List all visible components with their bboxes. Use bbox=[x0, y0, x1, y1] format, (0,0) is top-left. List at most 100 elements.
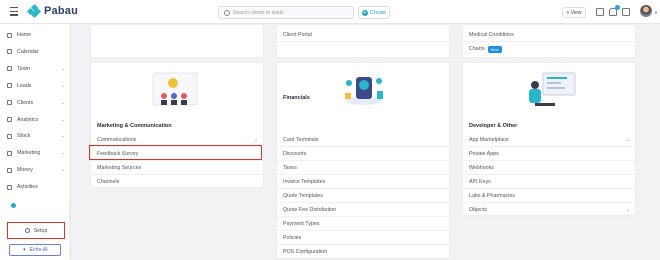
developer-illustration bbox=[529, 72, 576, 106]
chevron-down-icon: ⌄ bbox=[625, 206, 630, 213]
sidebar-item-label: Money bbox=[17, 167, 33, 174]
pabau-logo-icon bbox=[26, 3, 42, 19]
chevron-down-icon: ⌄ bbox=[61, 99, 65, 105]
list-item-quote-fee-distribution[interactable]: Quote Fee Distribution bbox=[277, 203, 449, 217]
sidebar-item-stock[interactable]: Stock ⌄ bbox=[7, 130, 67, 142]
stock-icon bbox=[7, 133, 12, 139]
setup-label: Setup bbox=[33, 227, 48, 234]
marketing-icon bbox=[7, 150, 12, 156]
brand-name: Pabau bbox=[44, 5, 79, 17]
activities-icon bbox=[7, 184, 12, 190]
leads-icon bbox=[7, 83, 12, 89]
marketing-illustration bbox=[152, 72, 198, 106]
sparkle-icon: ✦ bbox=[22, 247, 27, 253]
list-item-app-marketplace[interactable]: App Marketplace ⌄ bbox=[463, 133, 635, 147]
sidebar: Home Calendar Team ⌄ Leads ⌄ Clients ⌄ Analytics… bbox=[0, 24, 70, 260]
sidebar-item-label: Marketing bbox=[17, 150, 41, 157]
chevron-down-icon: ⌄ bbox=[61, 133, 65, 139]
sidebar-item-label: Team bbox=[17, 65, 30, 72]
list-item-marketing-sources[interactable]: Marketing Sources bbox=[91, 161, 263, 175]
chevron-down-icon: ⌄ bbox=[61, 167, 65, 173]
search-box[interactable] bbox=[218, 6, 354, 19]
sidebar-item-label: Stock bbox=[17, 133, 31, 140]
list-item-labs-pharmacies[interactable]: Labs & Pharmacies bbox=[463, 189, 635, 203]
logo[interactable]: Pabau bbox=[26, 3, 79, 19]
card-top-left bbox=[90, 24, 264, 58]
list-item-policies[interactable]: Policies bbox=[277, 231, 449, 245]
list-item[interactable]: Charts New bbox=[463, 42, 635, 56]
list-item-payment-types[interactable]: Payment Types bbox=[277, 217, 449, 231]
menu-icon[interactable] bbox=[10, 7, 18, 16]
scrollbar[interactable] bbox=[69, 24, 71, 260]
home-icon bbox=[7, 32, 12, 38]
sidebar-item-label: Leads bbox=[17, 82, 32, 89]
sidebar-item-label: Home bbox=[17, 32, 32, 38]
card-marketing: Marketing & Communication Communications… bbox=[90, 62, 264, 188]
card-top-right: Medical Conditions Charts New bbox=[462, 24, 636, 58]
search-icon bbox=[224, 9, 230, 16]
list-item-pos-configuration[interactable]: POS Configuration bbox=[277, 245, 449, 259]
echo-ai-label: Echo AI bbox=[29, 247, 48, 253]
sidebar-item-marketing[interactable]: Marketing ⌄ bbox=[7, 147, 67, 159]
list-item-objects[interactable]: Objects ⌄ bbox=[463, 203, 635, 217]
chevron-down-icon: ⌄ bbox=[61, 116, 65, 122]
gear-icon bbox=[24, 228, 30, 233]
money-icon bbox=[7, 167, 12, 173]
list-item-channels[interactable]: Channels bbox=[91, 175, 263, 189]
chat-icon[interactable] bbox=[622, 8, 630, 16]
clients-icon bbox=[7, 100, 12, 106]
highlight-feedback-survey bbox=[89, 145, 262, 160]
echo-ai-button[interactable]: ✦ Echo AI bbox=[9, 244, 61, 256]
chevron-down-icon: ⌄ bbox=[61, 82, 65, 88]
chevron-down-icon: ⌄ bbox=[61, 150, 65, 156]
new-badge: New bbox=[487, 45, 502, 53]
sidebar-item-label: Analytics bbox=[17, 116, 39, 123]
setup-button[interactable]: Setup bbox=[7, 222, 65, 239]
calendar-icon bbox=[7, 49, 12, 55]
sidebar-item-label: Clients bbox=[17, 99, 34, 106]
financials-title: Financials bbox=[283, 95, 310, 101]
list-item-private-apps[interactable]: Private Apps bbox=[463, 147, 635, 161]
chevron-down-icon: ⌄ bbox=[253, 136, 258, 143]
list-item-discounts[interactable]: Discounts bbox=[277, 147, 449, 161]
list-item[interactable]: Client Portal bbox=[277, 28, 449, 42]
activities-badge bbox=[11, 203, 16, 208]
sidebar-item-leads[interactable]: Leads ⌄ bbox=[7, 80, 67, 92]
notification-badge bbox=[615, 5, 620, 10]
developer-title: Developer & Other bbox=[469, 123, 518, 129]
card-financials: Financials Card Terminals Discounts Taxes I… bbox=[276, 62, 450, 260]
chevron-down-icon: ⌄ bbox=[625, 136, 630, 143]
financials-illustration bbox=[345, 77, 383, 105]
list-item-webhooks[interactable]: Webhooks bbox=[463, 161, 635, 175]
chevron-down-icon: ⌄ bbox=[61, 65, 65, 71]
list-item-invoice-templates[interactable]: Invoice Templates bbox=[277, 175, 449, 189]
avatar[interactable] bbox=[640, 5, 652, 17]
top-bar: Pabau + Create + View ▼ bbox=[0, 0, 660, 24]
create-button[interactable]: + Create bbox=[358, 6, 390, 19]
search-input[interactable] bbox=[233, 9, 343, 16]
sidebar-item-money[interactable]: Money ⌄ bbox=[7, 164, 67, 176]
card-top-middle: Client Portal bbox=[276, 24, 450, 58]
plus-icon: + bbox=[361, 9, 368, 16]
sidebar-item-home[interactable]: Home bbox=[7, 29, 67, 41]
sidebar-item-analytics[interactable]: Analytics ⌄ bbox=[7, 114, 67, 126]
team-icon bbox=[7, 66, 12, 72]
sidebar-item-activities[interactable]: Activities bbox=[7, 181, 67, 193]
list-item-api-keys[interactable]: API Keys bbox=[463, 175, 635, 189]
marketing-title: Marketing & Communication bbox=[97, 123, 172, 129]
sidebar-item-label: Activities bbox=[17, 184, 38, 191]
calendar-icon[interactable] bbox=[596, 8, 604, 16]
sidebar-item-team[interactable]: Team ⌄ bbox=[7, 63, 67, 75]
list-item-quote-templates[interactable]: Quote Templates bbox=[277, 189, 449, 203]
sidebar-item-clients[interactable]: Clients ⌄ bbox=[7, 97, 67, 109]
sidebar-item-label: Calendar bbox=[17, 48, 39, 55]
sidebar-item-calendar[interactable]: Calendar bbox=[7, 46, 67, 58]
create-label: Create bbox=[369, 9, 387, 16]
list-item-card-terminals[interactable]: Card Terminals bbox=[277, 133, 449, 147]
analytics-icon bbox=[7, 117, 12, 122]
list-item[interactable]: Medical Conditions bbox=[463, 28, 635, 42]
view-button[interactable]: + View bbox=[562, 7, 586, 18]
card-developer: Developer & Other App Marketplace ⌄ Privat… bbox=[462, 62, 636, 217]
chevron-down-icon[interactable]: ▼ bbox=[654, 10, 658, 15]
list-item-taxes[interactable]: Taxes bbox=[277, 161, 449, 175]
